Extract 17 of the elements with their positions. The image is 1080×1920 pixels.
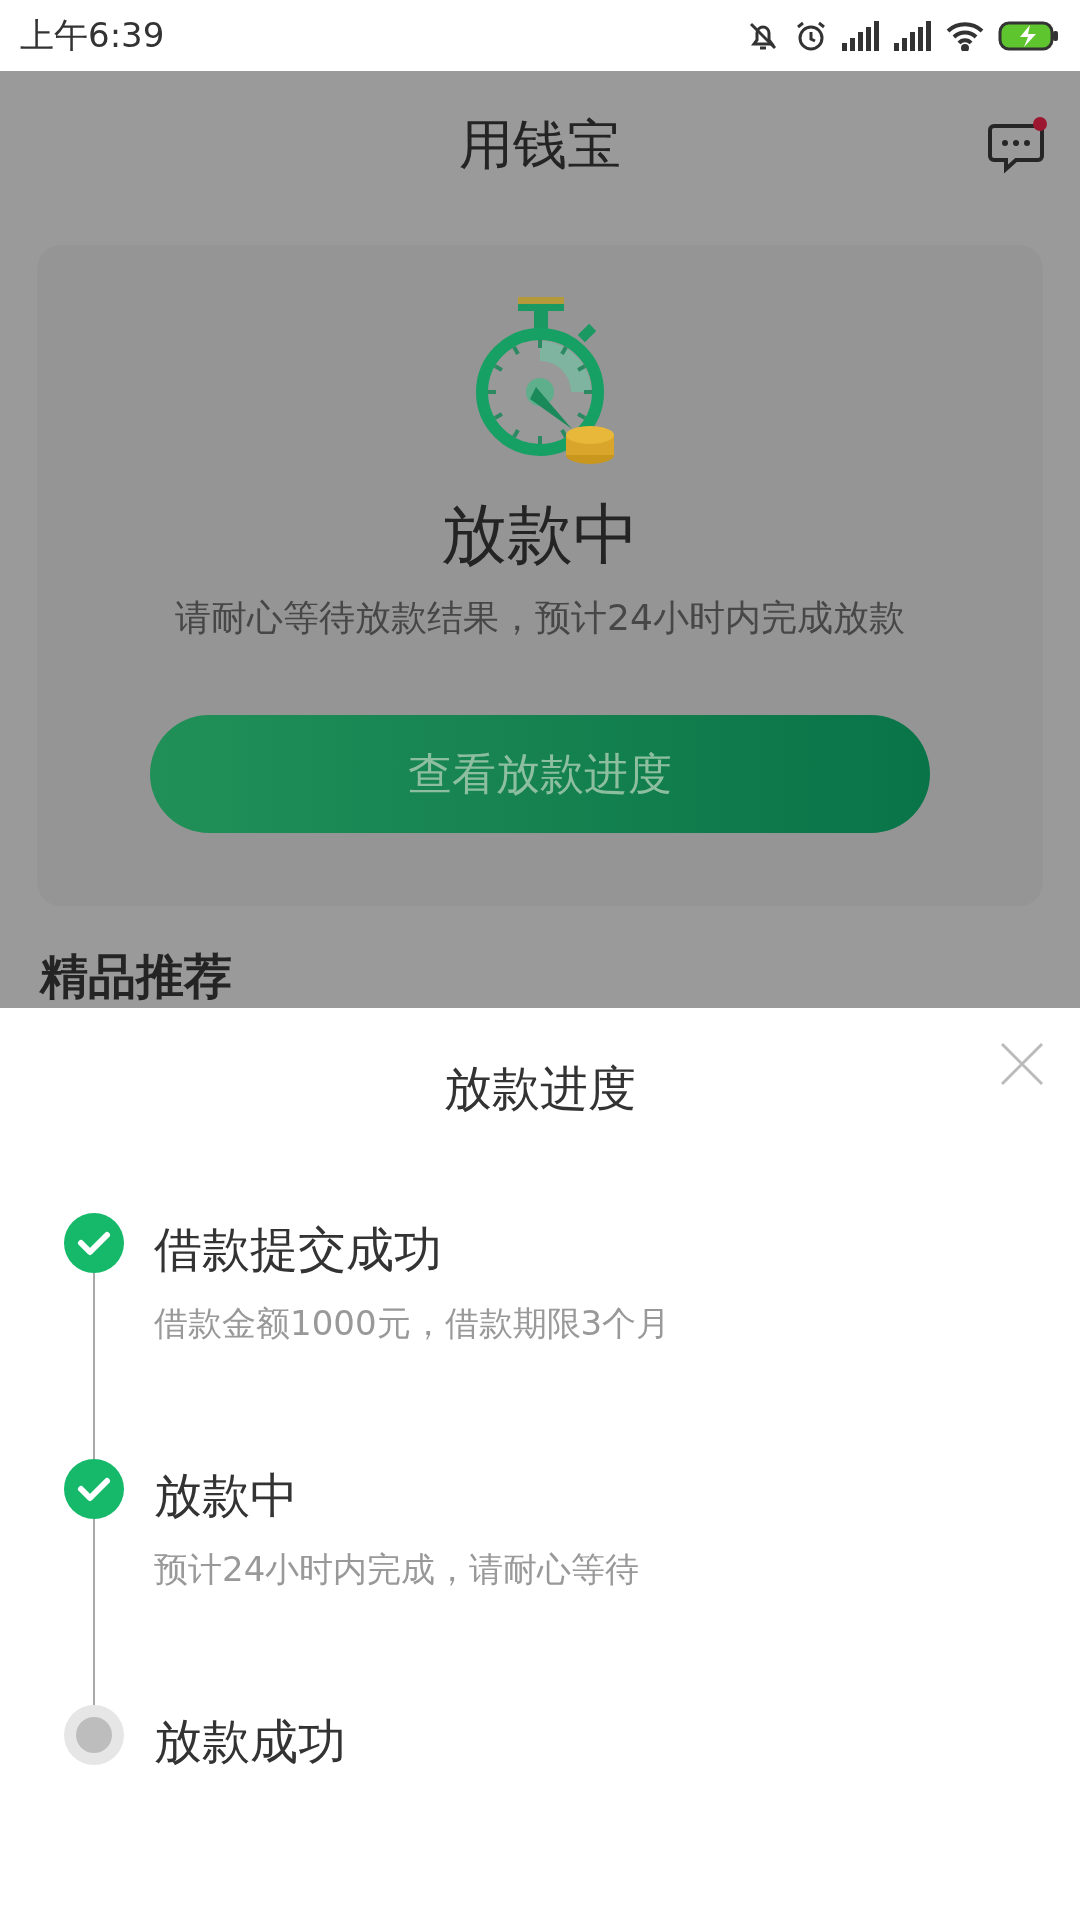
page-title: 用钱宝 <box>459 112 621 178</box>
view-progress-button[interactable]: 查看放款进度 <box>150 715 930 833</box>
battery-charging-icon <box>998 19 1060 52</box>
signal-icon <box>894 20 932 51</box>
wifi-icon <box>946 20 984 51</box>
step-detail: 借款金额1000元，借款期限3个月 <box>154 1302 671 1345</box>
status-time: 上午6:39 <box>20 13 165 57</box>
step-detail: 预计24小时内完成，请耐心等待 <box>154 1548 640 1591</box>
sheet-title: 放款进度 <box>444 1060 636 1116</box>
message-icon[interactable] <box>988 116 1050 176</box>
status-title: 放款中 <box>441 495 639 575</box>
step-title: 放款中 <box>154 1466 299 1525</box>
step-title: 放款成功 <box>154 1712 346 1771</box>
signal-icon <box>842 20 880 51</box>
step-title: 借款提交成功 <box>154 1220 443 1279</box>
section-title: 精品推荐 <box>40 948 233 1004</box>
status-message: 请耐心等待放款结果，预计24小时内完成放款 <box>175 596 905 640</box>
